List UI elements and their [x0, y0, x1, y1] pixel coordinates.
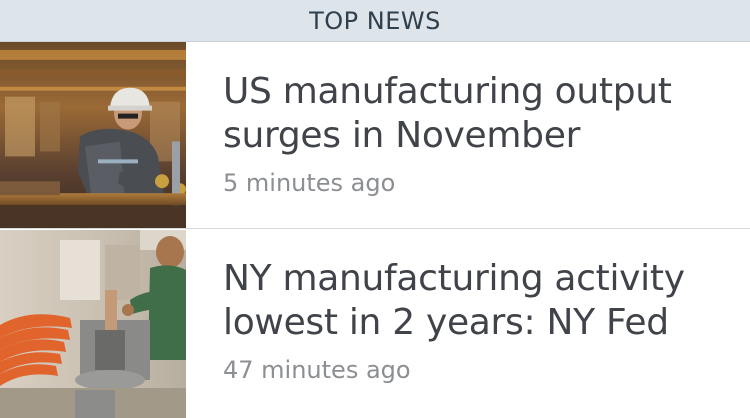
factory-worker-photo-icon: [0, 42, 186, 228]
news-item-1[interactable]: US manufacturing output surges in Novemb…: [0, 42, 750, 229]
article-thumbnail-1[interactable]: [0, 42, 186, 228]
article-timestamp-2: 47 minutes ago: [223, 356, 411, 384]
section-title: TOP NEWS: [309, 6, 441, 35]
article-headline-1[interactable]: US manufacturing output surges in Novemb…: [223, 70, 733, 158]
news-item-2[interactable]: NY manufacturing activity lowest in 2 ye…: [0, 230, 750, 418]
article-thumbnail-2[interactable]: [0, 230, 186, 418]
section-header: TOP NEWS: [0, 0, 750, 42]
news-screen: TOP NEWS US manufacturing output surges …: [0, 0, 750, 418]
workshop-worker-photo-icon: [0, 230, 186, 418]
article-timestamp-1: 5 minutes ago: [223, 169, 396, 197]
article-headline-2[interactable]: NY manufacturing activity lowest in 2 ye…: [223, 257, 733, 345]
